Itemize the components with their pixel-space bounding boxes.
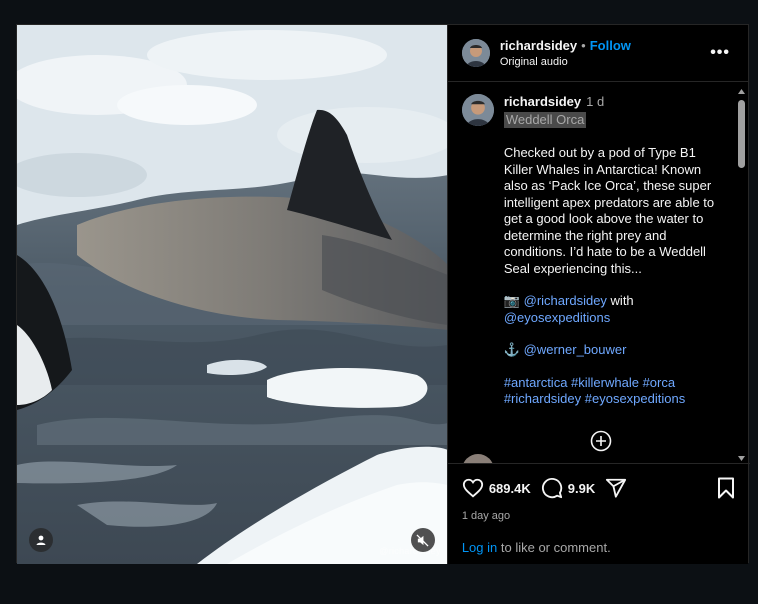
plus-circle-icon [590,430,612,451]
caption-time: 1 d [586,94,605,109]
mention-werner-bouwer[interactable]: @werner_bouwer [524,342,627,357]
comments-scrollbar[interactable] [737,87,746,463]
mute-button[interactable] [410,528,435,552]
caption-avatar[interactable] [461,94,494,126]
orca-video-frame [17,25,447,564]
bookmark-icon[interactable] [716,477,736,499]
post-info-panel: richardsidey • Follow Original audio ••• [446,25,750,564]
scroll-up-arrow-icon[interactable] [737,87,746,96]
post-actions: 689.4K 9.9K 1 day ago [447,463,750,522]
hashtags-line-1[interactable]: #antarctica #killerwhale #orca [504,375,726,392]
post-modal: @richardsidey richardsidey • Follow Orig… [16,24,750,564]
avatar-image [461,94,494,126]
location-tag[interactable]: Weddell Orca [503,111,587,128]
comment-avatar[interactable] [461,454,494,463]
mention-eyosexpeditions[interactable]: @eyosexpeditions [504,310,610,325]
post-header: richardsidey • Follow Original audio ••• [447,25,748,82]
login-link[interactable]: Log in [462,540,497,555]
credit-with: with [610,293,634,308]
speaker-muted-icon [416,533,429,547]
post-age[interactable]: 1 day ago [462,510,736,522]
camera-icon: 📷 [503,293,521,308]
audio-link[interactable]: Original audio [500,56,706,68]
author-avatar[interactable] [461,39,490,67]
load-more-comments-button[interactable] [448,430,750,452]
scroll-down-arrow-icon[interactable] [737,454,746,463]
credit-photo: 📷 @richardsidey with @eyosexpeditions [504,293,726,326]
share-icon[interactable] [605,477,627,499]
caption-username[interactable]: richardsidey [504,94,581,109]
user-icon [36,535,46,545]
more-options-icon[interactable]: ••• [706,44,734,62]
caption: richardsidey 1 d Weddell Orca Checked out… [448,82,750,408]
mention-richardsidey[interactable]: @richardsidey [524,293,607,308]
login-prompt: Log in to like or comment. [462,540,611,555]
scrollbar-track[interactable] [737,96,746,454]
hashtags: #antarctica #killerwhale #orca #richards… [504,375,726,408]
scrollbar-thumb[interactable] [738,100,745,168]
credit-anchor: ⚓ @werner_bouwer [504,342,726,359]
login-prompt-text: to like or comment. [500,540,611,555]
user-tags-button[interactable] [29,528,53,552]
comments-section[interactable]: richardsidey 1 d Weddell Orca Checked out… [448,82,750,463]
post-media[interactable]: @richardsidey [17,25,447,564]
like-count[interactable]: 689.4K [489,481,531,496]
author-username[interactable]: richardsidey [500,38,577,53]
caption-text: Checked out by a pod of Type B1 Killer W… [503,145,715,276]
comment-icon[interactable] [541,477,563,499]
avatar-image [461,39,490,67]
comment-count[interactable]: 9.9K [568,481,595,496]
hashtags-line-2[interactable]: #richardsidey #eyosexpeditions [504,391,726,408]
anchor-icon: ⚓ [503,342,521,357]
follow-button[interactable]: Follow [590,38,631,53]
separator-dot: • [581,38,586,53]
heart-icon[interactable] [462,477,484,499]
